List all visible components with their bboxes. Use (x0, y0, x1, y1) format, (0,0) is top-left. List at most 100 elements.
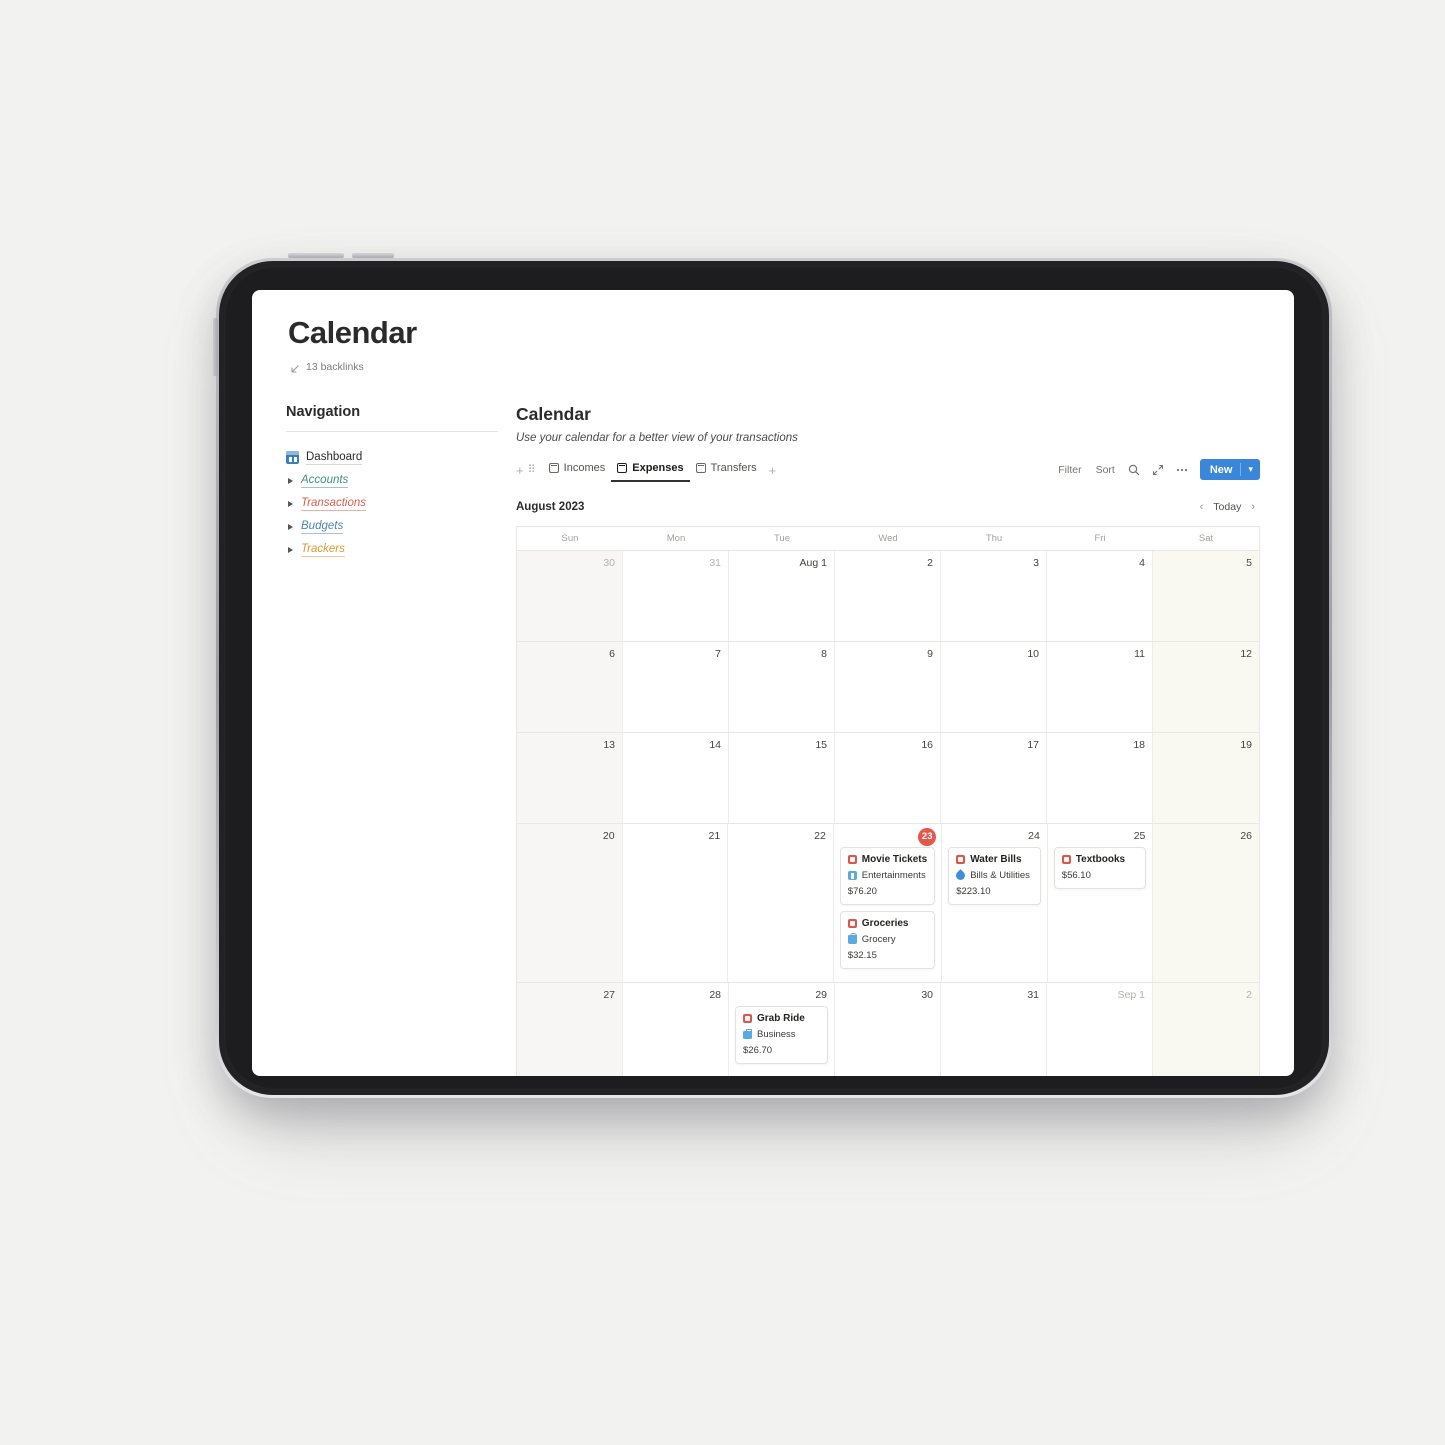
calendar-event-card[interactable]: Water Bills Bills & Utilities $223.10 (948, 847, 1041, 906)
sidebar-item-dashboard[interactable]: Dashboard (286, 446, 498, 469)
tab-expenses[interactable]: Expenses (611, 462, 690, 483)
calendar-day-cell[interactable]: 16 (835, 733, 941, 824)
sidebar-item-label[interactable]: Accounts (301, 474, 349, 488)
calendar-day-number: 15 (815, 739, 827, 752)
event-category: Entertainments (861, 870, 926, 882)
calendar-week-row: 30 31 Aug 1 2 3 4 5 (517, 551, 1259, 643)
calendar-day-cell[interactable]: 10 (941, 642, 1047, 733)
calendar-day-number: 23 (840, 828, 937, 847)
calendar-event-card[interactable]: Groceries Grocery $32.15 (839, 911, 936, 970)
calendar-day-events: Water Bills Bills & Utilities $223.10 (948, 847, 1041, 906)
triangle-right-icon[interactable] (288, 500, 293, 507)
calendar-day-cell[interactable]: 22 (728, 824, 834, 983)
calendar-day-cell[interactable]: 15 (729, 733, 835, 824)
sort-button[interactable]: Sort (1089, 461, 1122, 479)
expense-red-icon (847, 919, 857, 929)
chevron-down-icon[interactable]: ▾ (1241, 465, 1260, 474)
add-view-icon[interactable]: + (763, 463, 781, 482)
calendar-event-card[interactable]: Grab Ride Business $26.70 (735, 1006, 828, 1065)
triangle-right-icon[interactable] (288, 477, 293, 484)
calendar-day-number: 27 (603, 989, 615, 1002)
calendar-day-cell[interactable]: 27 (517, 983, 623, 1076)
calendar-day-number: 28 (709, 989, 721, 1002)
calendar-day-cell[interactable]: 2 (1153, 983, 1259, 1076)
calendar-day-cell[interactable]: 26 (1153, 824, 1259, 983)
calendar-day-events: Movie Tickets Entertainments $76.20 Groceri… (839, 847, 936, 970)
calendar-day-cell[interactable]: 12 (1153, 642, 1259, 733)
previous-month-icon[interactable]: ‹ (1195, 499, 1209, 515)
calendar-week-row: 13 14 15 16 17 18 19 (517, 733, 1259, 825)
calendar-day-cell[interactable]: 2 (835, 551, 941, 642)
backlinks-count: 13 backlinks (306, 361, 364, 374)
expense-red-icon (956, 855, 966, 865)
calendar-day-cell[interactable]: 31 (941, 983, 1047, 1076)
triangle-right-icon[interactable] (288, 546, 293, 553)
table-view-icon (548, 463, 559, 474)
sidebar-item-budgets[interactable]: Budgets (286, 515, 498, 538)
tab-incomes[interactable]: Incomes (543, 462, 612, 482)
today-button[interactable]: Today (1210, 499, 1244, 515)
calendar-day-cell[interactable]: 23 Movie Tickets Entertainments $76.20 Groce… (833, 824, 943, 983)
tab-transfers[interactable]: Transfers (690, 462, 763, 482)
calendar-day-cell[interactable]: 30 (835, 983, 941, 1076)
event-title: Grab Ride (757, 1013, 805, 1025)
calendar-day-cell[interactable]: 13 (517, 733, 623, 824)
sidebar-item-trackers[interactable]: Trackers (286, 538, 498, 561)
calendar-day-cell[interactable]: 21 (622, 824, 729, 983)
calendar-day-cell[interactable]: Aug 1 (729, 551, 835, 642)
backlinks[interactable]: 13 backlinks (289, 361, 1260, 373)
calendar-header: August 2023 ‹ Today › (516, 497, 1260, 517)
sidebar-item-accounts[interactable]: Accounts (286, 469, 498, 492)
calendar-day-cell[interactable]: 18 (1047, 733, 1153, 824)
calendar-view-icon (617, 463, 628, 474)
calendar-day-cell[interactable]: Sep 1 (1047, 983, 1153, 1076)
event-category-row: Bills & Utilities (954, 869, 1033, 882)
calendar-day-cell[interactable]: 9 (835, 642, 941, 733)
expand-icon[interactable] (1146, 460, 1170, 480)
calendar-event-card[interactable]: Textbooks $56.10 (1053, 847, 1147, 890)
ticket-blue-icon (847, 871, 857, 881)
calendar-day-cell[interactable]: 30 (517, 551, 623, 642)
calendar-day-number: 24 (1028, 830, 1040, 843)
calendar-day-cell[interactable]: 24 Water Bills Bills & Utilities $223.10 (942, 824, 1048, 983)
calendar-day-cell[interactable]: 11 (1047, 642, 1153, 733)
calendar-day-cell[interactable]: 3 (941, 551, 1047, 642)
next-month-icon[interactable]: › (1246, 499, 1260, 515)
event-category: Business (757, 1029, 796, 1041)
volume-up-button[interactable] (288, 253, 344, 258)
more-horizontal-icon[interactable] (1170, 460, 1194, 480)
event-title-row: Movie Tickets (847, 854, 927, 865)
triangle-right-icon[interactable] (288, 523, 293, 530)
drag-handle-icon[interactable]: ⠿ (528, 464, 543, 480)
calendar-day-cell[interactable]: 17 (941, 733, 1047, 824)
filter-button[interactable]: Filter (1051, 461, 1088, 479)
calendar-day-cell[interactable]: 8 (729, 642, 835, 733)
navigation-list: Dashboard Accounts Transactions Budgets … (286, 446, 498, 561)
calendar-day-cell[interactable]: 5 (1153, 551, 1259, 642)
calendar-day-cell[interactable]: 29 Grab Ride Business $26.70 (729, 983, 835, 1076)
sidebar-item-label[interactable]: Trackers (301, 543, 345, 557)
calendar-day-cell[interactable]: 7 (623, 642, 729, 733)
new-button[interactable]: New ▾ (1199, 459, 1260, 481)
sidebar-item-label[interactable]: Budgets (301, 520, 344, 534)
calendar-day-events: Grab Ride Business $26.70 (735, 1006, 828, 1065)
calendar-day-cell[interactable]: 4 (1047, 551, 1153, 642)
event-title-row: Textbooks (1061, 854, 1139, 865)
search-icon[interactable] (1122, 460, 1146, 480)
calendar-day-cell[interactable]: 28 (623, 983, 729, 1076)
add-block-icon[interactable]: + (516, 464, 528, 481)
sidebar-item-label[interactable]: Transactions (301, 497, 366, 511)
calendar-day-cell[interactable]: 6 (517, 642, 623, 733)
calendar-day-cell[interactable]: 31 (623, 551, 729, 642)
sidebar-item-transactions[interactable]: Transactions (286, 492, 498, 515)
calendar-day-cell[interactable]: 25 Textbooks $56.10 (1047, 824, 1154, 983)
calendar-day-cell[interactable]: 20 (517, 824, 623, 983)
calendar-event-card[interactable]: Movie Tickets Entertainments $76.20 (839, 847, 936, 906)
calendar-day-cell[interactable]: 19 (1153, 733, 1259, 824)
calendar-day-number: 4 (1139, 557, 1145, 570)
calendar-day-number: 31 (709, 557, 721, 570)
calendar-day-cell[interactable]: 14 (623, 733, 729, 824)
volume-down-button[interactable] (352, 253, 394, 258)
event-title-row: Water Bills (956, 854, 1033, 865)
power-button[interactable] (213, 318, 218, 376)
